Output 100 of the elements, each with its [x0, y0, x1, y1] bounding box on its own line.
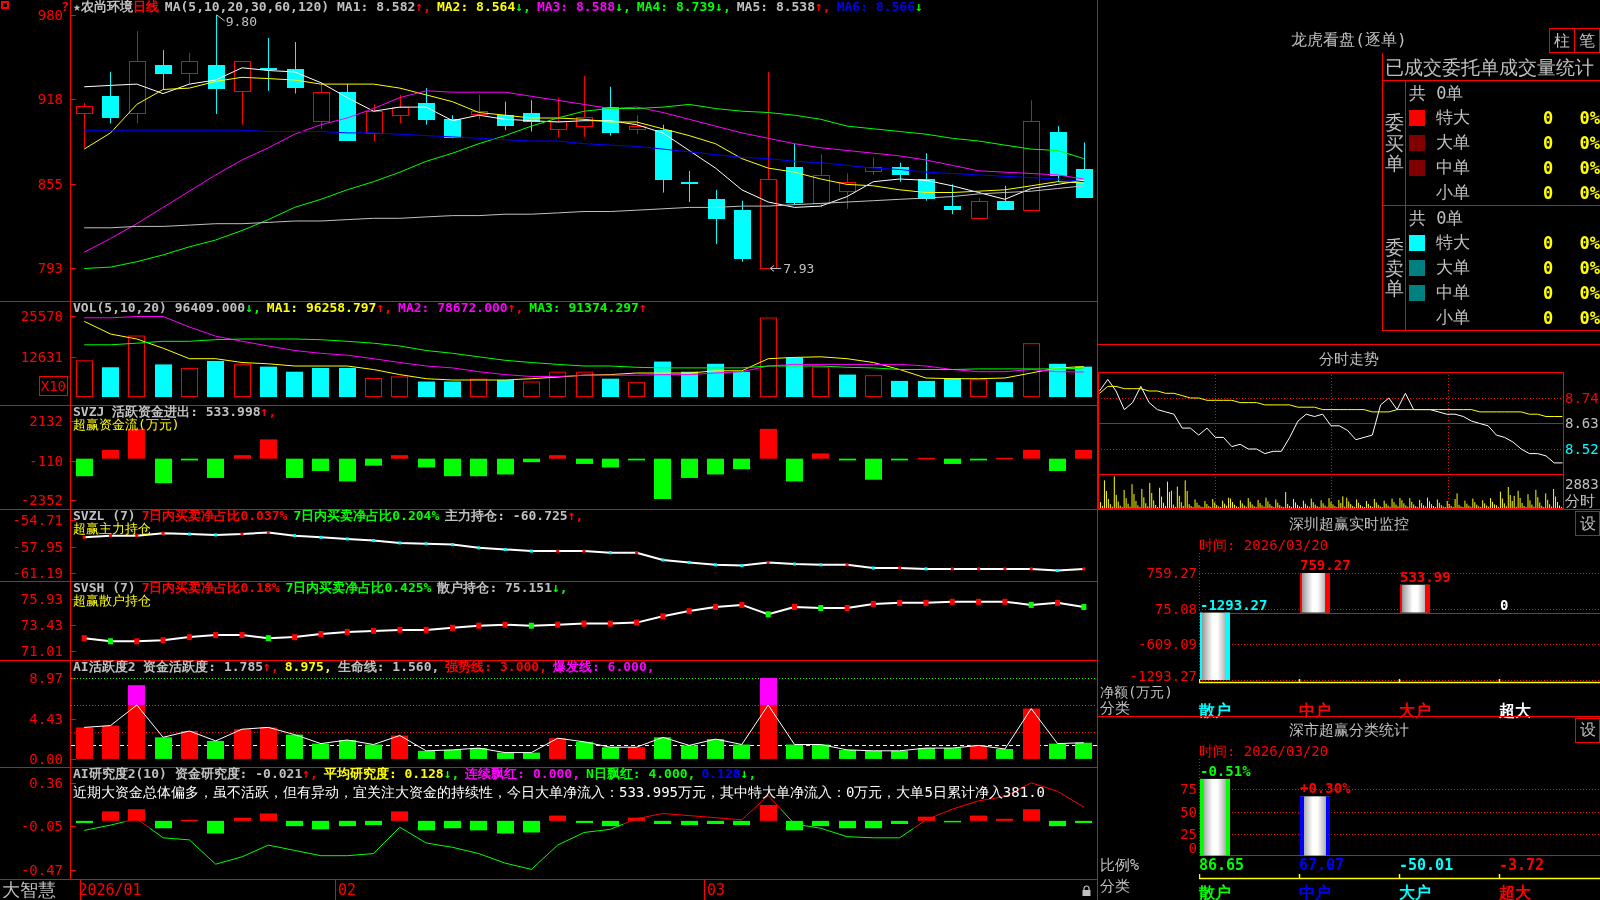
axis-label: 8.97 — [29, 670, 63, 687]
category-label: 大户 — [1399, 883, 1431, 900]
value-label: -3.72 — [1499, 856, 1545, 874]
trend-arrow: ↑, — [815, 1, 831, 13]
indicator-label: 生命线: 1.560, — [337, 661, 440, 673]
point-marker — [714, 563, 718, 567]
panel-title: 深市超赢分类统计 — [1289, 721, 1409, 739]
price-annotation: 9.80 — [225, 13, 257, 29]
candle — [313, 82, 330, 130]
indicator-label: AI活跃度2 资金活跃度: 1.785 — [73, 661, 264, 673]
candle — [602, 86, 619, 137]
axis-label: -0.47 — [20, 862, 63, 879]
axis-label: 980 — [37, 6, 63, 23]
count-cell: 0 — [1542, 232, 1554, 253]
point-marker — [318, 631, 324, 637]
trend-arrow: ↑, — [302, 768, 318, 780]
order-total: 共 0单 — [1409, 208, 1464, 228]
point-marker — [319, 535, 323, 539]
candle — [944, 183, 961, 215]
trend-arrow: ↓, — [715, 1, 731, 13]
date-label: 02 — [337, 882, 357, 898]
axis-label: 918 — [37, 90, 63, 107]
candle — [76, 102, 93, 149]
point-marker — [924, 567, 928, 571]
point-marker — [477, 546, 481, 550]
point-marker — [1082, 567, 1086, 571]
indicator-label: MA1: 96258.797 — [266, 302, 377, 314]
order-size-label: 特大 — [1436, 106, 1470, 127]
order-size-label: 中单 — [1436, 156, 1470, 177]
indicator-label: 平均研究度: 0.128 — [323, 768, 444, 780]
point-marker — [740, 564, 744, 568]
axis-label: -0.05 — [20, 818, 63, 835]
indicator-label: MA(5,10,20,30,60,120) MA1: 8.582 — [164, 1, 416, 13]
settings-button[interactable]: 设 — [1575, 511, 1600, 536]
point-marker — [1029, 567, 1033, 571]
percent-cell: 0% — [1579, 257, 1600, 278]
unit-label: X10 — [38, 376, 68, 396]
point-marker — [528, 622, 534, 629]
indicator-label: MA3: 91374.297 — [529, 302, 639, 314]
candle — [865, 156, 882, 176]
point-marker — [161, 531, 165, 535]
point-marker — [134, 638, 140, 645]
section-label: 委买单 — [1384, 111, 1404, 175]
point-marker — [635, 551, 639, 555]
point-marker — [135, 534, 139, 538]
time-label: 时间: 2026/03/20 — [1199, 537, 1329, 553]
axis-label: 8.74 — [1565, 389, 1599, 406]
candle — [997, 185, 1014, 211]
point-marker — [687, 560, 691, 564]
net-amount-bar — [1200, 612, 1230, 680]
value-label: 86.65 — [1199, 856, 1245, 874]
indicator-label: 7日内买卖净占比0.037% — [141, 510, 288, 522]
square-icon — [1, 1, 9, 9]
axis-label: 855 — [37, 176, 63, 193]
indicator-label: SVZJ 活跃资金进出: 533.998 — [73, 406, 261, 418]
axis-label: -61.19 — [12, 564, 63, 581]
point-marker — [449, 624, 455, 631]
settings-button[interactable]: 设 — [1575, 717, 1600, 743]
point-marker — [81, 635, 87, 642]
trend-arrow: ↑ — [638, 302, 647, 314]
axis-label: 75.08 — [1154, 600, 1197, 617]
toggle-button[interactable]: 笔 — [1574, 28, 1600, 53]
axis-title: 净额(万元) — [1100, 684, 1174, 700]
axis-label: -609.09 — [1138, 636, 1197, 653]
order-size-label: 中单 — [1436, 281, 1470, 302]
axis-label: 12631 — [20, 349, 63, 365]
point-marker — [976, 598, 982, 605]
axis-label: -110 — [29, 452, 63, 469]
point-marker — [845, 563, 849, 567]
candle — [102, 71, 119, 124]
count-cell: 0 — [1542, 257, 1554, 278]
candle — [786, 143, 803, 206]
indicator-label: 8.975, — [284, 661, 332, 673]
indicator-label: 7日内买卖净占比0.204% — [293, 510, 440, 522]
point-marker — [949, 598, 955, 605]
axis-label: -54.71 — [12, 512, 63, 529]
candle — [523, 99, 540, 132]
point-marker — [634, 619, 640, 626]
axis-label: 73.43 — [20, 617, 63, 634]
point-marker — [923, 599, 929, 606]
candle — [708, 189, 725, 245]
date-label: 03 — [706, 882, 726, 898]
trend-arrow: ↑, — [415, 1, 431, 13]
trend-arrow: ↑, — [376, 302, 393, 314]
count-cell: 0 — [1542, 132, 1554, 153]
point-marker — [292, 634, 298, 641]
trend-arrow: ↑, — [263, 661, 279, 673]
period-label: 分时 — [1565, 493, 1596, 509]
count-cell: 0 — [1542, 182, 1554, 203]
axis-label: 8.52 — [1565, 440, 1599, 457]
candle — [892, 162, 909, 183]
point-marker — [476, 622, 482, 629]
point-marker — [977, 567, 981, 571]
count-cell: 0 — [1542, 307, 1554, 328]
point-marker — [661, 558, 665, 562]
candle — [234, 60, 251, 126]
axis-title: 分类 — [1100, 700, 1131, 716]
axis-label: 25578 — [20, 307, 63, 324]
toggle-button[interactable]: 柱 — [1549, 28, 1575, 53]
order-size-label: 特大 — [1436, 231, 1470, 252]
